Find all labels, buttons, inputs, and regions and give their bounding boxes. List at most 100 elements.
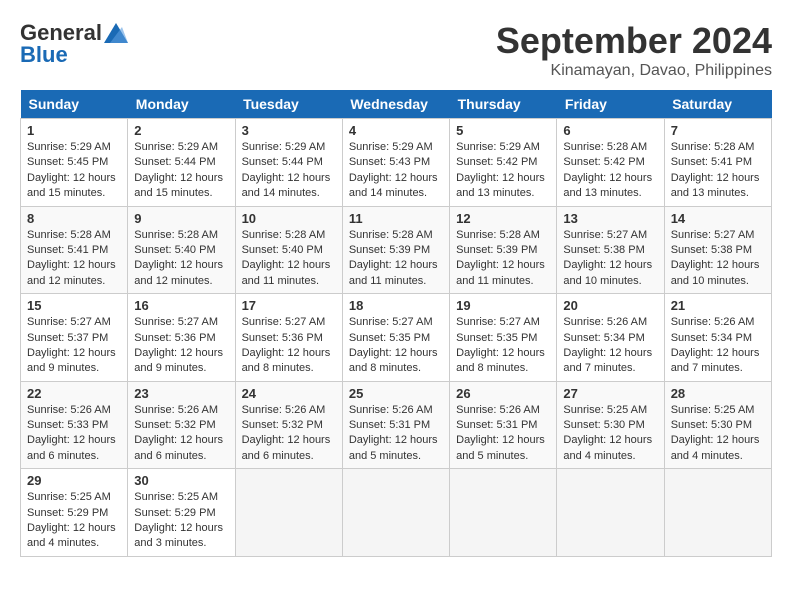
column-header-wednesday: Wednesday <box>342 90 449 119</box>
calendar-header-row: SundayMondayTuesdayWednesdayThursdayFrid… <box>21 90 772 119</box>
calendar-body: 1 Sunrise: 5:29 AMSunset: 5:45 PMDaylight… <box>21 119 772 557</box>
day-number: 28 <box>671 386 765 401</box>
calendar-cell: 10Sunrise: 5:28 AMSunset: 5:40 PMDayligh… <box>235 206 342 294</box>
day-number: 27 <box>563 386 657 401</box>
calendar-cell: 9 Sunrise: 5:28 AMSunset: 5:40 PMDaylight… <box>128 206 235 294</box>
column-header-friday: Friday <box>557 90 664 119</box>
calendar-cell: 27 Sunrise: 5:25 AMSunset: 5:30 PMDayligh… <box>557 381 664 469</box>
day-content: Sunrise: 5:28 AMSunset: 5:39 PMDaylight:… <box>456 228 550 290</box>
calendar-week-row: 15 Sunrise: 5:27 AMSunset: 5:37 PMDayligh… <box>21 294 772 382</box>
calendar-cell: 23 Sunrise: 5:26 AMSunset: 5:32 PMDayligh… <box>128 381 235 469</box>
calendar-cell: 26 Sunrise: 5:26 AMSunset: 5:31 PMDayligh… <box>450 381 557 469</box>
calendar-cell: 3 Sunrise: 5:29 AMSunset: 5:44 PMDaylight… <box>235 119 342 207</box>
day-number: 24 <box>242 386 336 401</box>
calendar-cell <box>235 469 342 557</box>
day-content: Sunrise: 5:28 AMSunset: 5:40 PMDaylight:… <box>242 228 336 290</box>
column-header-sunday: Sunday <box>21 90 128 119</box>
day-number: 6 <box>563 123 657 138</box>
calendar-cell <box>664 469 771 557</box>
calendar-cell: 11 Sunrise: 5:28 AMSunset: 5:39 PMDayligh… <box>342 206 449 294</box>
day-number: 20 <box>563 298 657 313</box>
logo: General Blue <box>20 20 128 68</box>
day-number: 15 <box>27 298 121 313</box>
header: General Blue September 2024 Kinamayan, D… <box>20 20 772 80</box>
day-number: 21 <box>671 298 765 313</box>
day-content: Sunrise: 5:28 AMSunset: 5:41 PMDaylight:… <box>671 140 765 202</box>
day-content: Sunrise: 5:26 AMSunset: 5:31 PMDaylight:… <box>456 403 550 465</box>
calendar-cell: 19Sunrise: 5:27 AMSunset: 5:35 PMDayligh… <box>450 294 557 382</box>
calendar-week-row: 29Sunrise: 5:25 AMSunset: 5:29 PMDayligh… <box>21 469 772 557</box>
calendar-cell: 18 Sunrise: 5:27 AMSunset: 5:35 PMDayligh… <box>342 294 449 382</box>
location: Kinamayan, Davao, Philippines <box>496 62 772 80</box>
day-content: Sunrise: 5:25 AMSunset: 5:29 PMDaylight:… <box>27 490 121 552</box>
day-number: 2 <box>134 123 228 138</box>
month-title: September 2024 <box>496 20 772 62</box>
calendar-cell: 28 Sunrise: 5:25 AMSunset: 5:30 PMDayligh… <box>664 381 771 469</box>
calendar-cell <box>342 469 449 557</box>
day-content: Sunrise: 5:26 AMSunset: 5:34 PMDaylight:… <box>671 315 765 377</box>
column-header-saturday: Saturday <box>664 90 771 119</box>
day-content: Sunrise: 5:26 AMSunset: 5:34 PMDaylight:… <box>563 315 657 377</box>
column-header-tuesday: Tuesday <box>235 90 342 119</box>
day-number: 30 <box>134 473 228 488</box>
calendar-cell: 30 Sunrise: 5:25 AMSunset: 5:29 PMDayligh… <box>128 469 235 557</box>
day-number: 13 <box>563 211 657 226</box>
day-number: 17 <box>242 298 336 313</box>
day-number: 19 <box>456 298 550 313</box>
calendar-week-row: 1 Sunrise: 5:29 AMSunset: 5:45 PMDaylight… <box>21 119 772 207</box>
day-number: 4 <box>349 123 443 138</box>
day-number: 22 <box>27 386 121 401</box>
day-number: 11 <box>349 211 443 226</box>
title-area: September 2024 Kinamayan, Davao, Philipp… <box>496 20 772 80</box>
day-number: 1 <box>27 123 121 138</box>
day-content: Sunrise: 5:27 AMSunset: 5:35 PMDaylight:… <box>349 315 443 377</box>
calendar-cell: 24 Sunrise: 5:26 AMSunset: 5:32 PMDayligh… <box>235 381 342 469</box>
day-content: Sunrise: 5:27 AMSunset: 5:38 PMDaylight:… <box>671 228 765 290</box>
calendar-cell: 16Sunrise: 5:27 AMSunset: 5:36 PMDayligh… <box>128 294 235 382</box>
calendar-cell: 14 Sunrise: 5:27 AMSunset: 5:38 PMDayligh… <box>664 206 771 294</box>
calendar-cell: 22Sunrise: 5:26 AMSunset: 5:33 PMDayligh… <box>21 381 128 469</box>
day-content: Sunrise: 5:25 AMSunset: 5:30 PMDaylight:… <box>563 403 657 465</box>
day-content: Sunrise: 5:29 AMSunset: 5:45 PMDaylight:… <box>27 140 121 202</box>
day-number: 16 <box>134 298 228 313</box>
logo-icon <box>104 23 128 43</box>
day-number: 14 <box>671 211 765 226</box>
day-number: 25 <box>349 386 443 401</box>
day-number: 5 <box>456 123 550 138</box>
calendar-cell: 25 Sunrise: 5:26 AMSunset: 5:31 PMDayligh… <box>342 381 449 469</box>
calendar-cell: 5 Sunrise: 5:29 AMSunset: 5:42 PMDaylight… <box>450 119 557 207</box>
day-content: Sunrise: 5:27 AMSunset: 5:38 PMDaylight:… <box>563 228 657 290</box>
day-number: 8 <box>27 211 121 226</box>
day-content: Sunrise: 5:26 AMSunset: 5:31 PMDaylight:… <box>349 403 443 465</box>
day-number: 7 <box>671 123 765 138</box>
calendar-cell <box>450 469 557 557</box>
day-content: Sunrise: 5:28 AMSunset: 5:39 PMDaylight:… <box>349 228 443 290</box>
calendar-table: SundayMondayTuesdayWednesdayThursdayFrid… <box>20 90 772 557</box>
day-number: 18 <box>349 298 443 313</box>
calendar-cell: 6 Sunrise: 5:28 AMSunset: 5:42 PMDaylight… <box>557 119 664 207</box>
day-content: Sunrise: 5:28 AMSunset: 5:41 PMDaylight:… <box>27 228 121 290</box>
day-number: 23 <box>134 386 228 401</box>
day-content: Sunrise: 5:26 AMSunset: 5:32 PMDaylight:… <box>134 403 228 465</box>
column-header-thursday: Thursday <box>450 90 557 119</box>
day-content: Sunrise: 5:29 AMSunset: 5:44 PMDaylight:… <box>242 140 336 202</box>
day-content: Sunrise: 5:28 AMSunset: 5:40 PMDaylight:… <box>134 228 228 290</box>
day-content: Sunrise: 5:25 AMSunset: 5:30 PMDaylight:… <box>671 403 765 465</box>
calendar-cell: 20 Sunrise: 5:26 AMSunset: 5:34 PMDayligh… <box>557 294 664 382</box>
day-content: Sunrise: 5:27 AMSunset: 5:37 PMDaylight:… <box>27 315 121 377</box>
day-number: 26 <box>456 386 550 401</box>
day-content: Sunrise: 5:28 AMSunset: 5:42 PMDaylight:… <box>563 140 657 202</box>
calendar-cell <box>557 469 664 557</box>
day-content: Sunrise: 5:25 AMSunset: 5:29 PMDaylight:… <box>134 490 228 552</box>
calendar-cell: 17Sunrise: 5:27 AMSunset: 5:36 PMDayligh… <box>235 294 342 382</box>
calendar-cell: 15 Sunrise: 5:27 AMSunset: 5:37 PMDayligh… <box>21 294 128 382</box>
day-content: Sunrise: 5:26 AMSunset: 5:32 PMDaylight:… <box>242 403 336 465</box>
calendar-cell: 21 Sunrise: 5:26 AMSunset: 5:34 PMDayligh… <box>664 294 771 382</box>
day-number: 9 <box>134 211 228 226</box>
calendar-cell: 4Sunrise: 5:29 AMSunset: 5:43 PMDaylight… <box>342 119 449 207</box>
day-number: 12 <box>456 211 550 226</box>
calendar-cell: 29Sunrise: 5:25 AMSunset: 5:29 PMDayligh… <box>21 469 128 557</box>
calendar-cell: 1 Sunrise: 5:29 AMSunset: 5:45 PMDaylight… <box>21 119 128 207</box>
day-content: Sunrise: 5:29 AMSunset: 5:42 PMDaylight:… <box>456 140 550 202</box>
day-number: 3 <box>242 123 336 138</box>
